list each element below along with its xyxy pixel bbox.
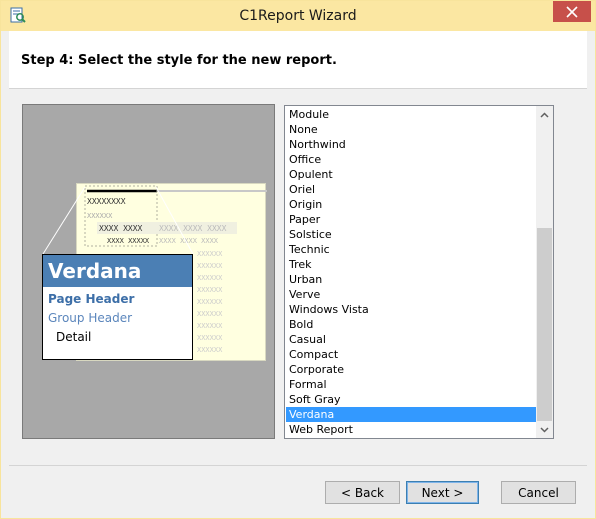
list-item[interactable]: Corporate [286, 362, 537, 377]
sample-page-header: Page Header [48, 292, 135, 306]
vertical-scrollbar[interactable] [536, 106, 553, 438]
list-item[interactable]: Trek [286, 257, 537, 272]
style-list-items: Module None Northwind Office Opulent Ori… [286, 107, 537, 437]
list-item[interactable]: Solstice [286, 227, 537, 242]
next-button[interactable]: Next > [406, 481, 479, 504]
list-item-selected[interactable]: Verdana [286, 407, 537, 422]
list-item[interactable]: Bold [286, 317, 537, 332]
list-item[interactable]: Windows Vista [286, 302, 537, 317]
chevron-up-icon [540, 111, 549, 118]
list-item[interactable]: Urban [286, 272, 537, 287]
title-bar: C1Report Wizard [1, 1, 595, 31]
close-icon [566, 5, 578, 18]
window-title: C1Report Wizard [239, 8, 357, 24]
list-item[interactable]: Casual [286, 332, 537, 347]
sample-detail: Detail [56, 330, 92, 344]
list-item[interactable]: Compact [286, 347, 537, 362]
list-item[interactable]: Origin [286, 197, 537, 212]
list-item[interactable]: Module [286, 107, 537, 122]
wizard-header: Step 4: Select the style for the new rep… [9, 31, 587, 89]
sample-group-header: Group Header [48, 311, 133, 325]
style-sample-box: Verdana Page Header Group Header Detail [42, 254, 193, 360]
close-button[interactable] [553, 1, 591, 22]
scroll-thumb[interactable] [537, 228, 552, 421]
footer-separator [9, 465, 587, 466]
cancel-button[interactable]: Cancel [501, 481, 576, 504]
list-item[interactable]: Office [286, 152, 537, 167]
list-item[interactable]: Soft Gray [286, 392, 537, 407]
list-item[interactable]: None [286, 122, 537, 137]
chevron-down-icon [540, 426, 549, 433]
list-item[interactable]: Opulent [286, 167, 537, 182]
style-preview: XXXXXXXX XXXXXX XXXX XXXX XXXX XXXX XXXX… [22, 104, 275, 439]
list-item[interactable]: Paper [286, 212, 537, 227]
style-listbox[interactable]: Module None Northwind Office Opulent Ori… [284, 105, 554, 439]
scroll-up-button[interactable] [536, 106, 553, 123]
list-item[interactable]: Formal [286, 377, 537, 392]
list-item[interactable]: Technic [286, 242, 537, 257]
list-item[interactable]: Northwind [286, 137, 537, 152]
style-sample-title: Verdana [43, 255, 192, 287]
list-item[interactable]: Verve [286, 287, 537, 302]
list-item[interactable]: Web Report [286, 422, 537, 437]
step-title: Step 4: Select the style for the new rep… [21, 53, 337, 68]
back-button[interactable]: < Back [325, 481, 400, 504]
scroll-down-button[interactable] [536, 421, 553, 438]
wizard-window: C1Report Wizard Step 4: Select the style… [0, 0, 596, 519]
list-item[interactable]: Oriel [286, 182, 537, 197]
